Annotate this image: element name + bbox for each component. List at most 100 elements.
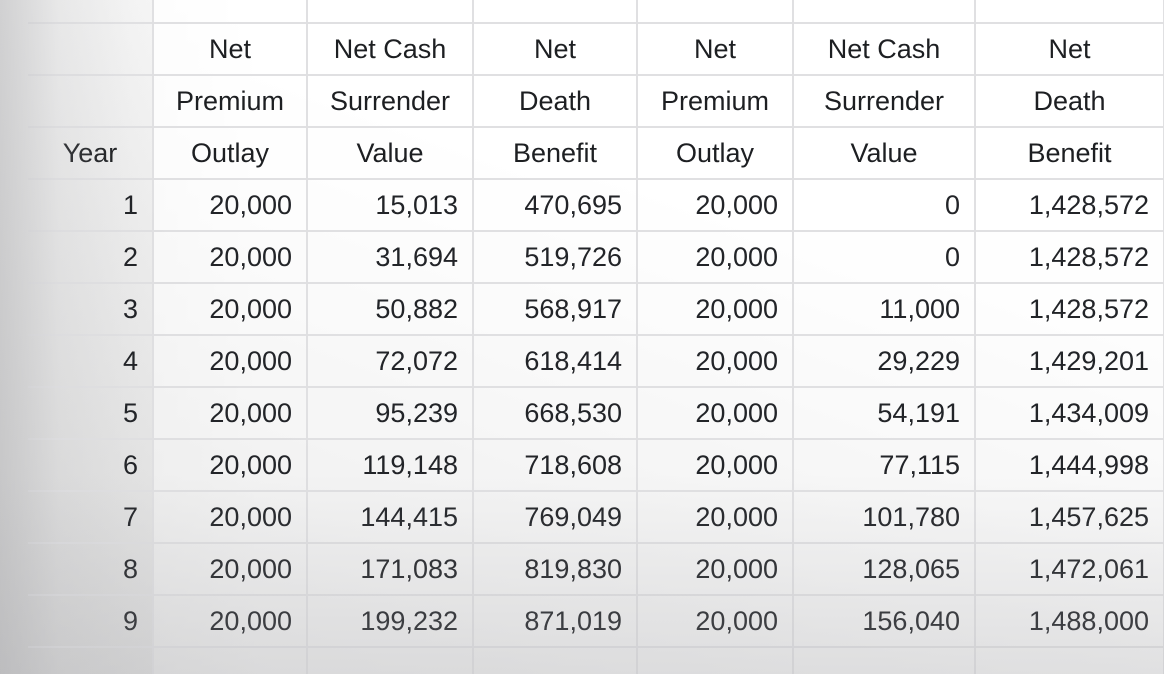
cell-net-cash-surrender-value-alt[interactable]: 11,000	[792, 282, 976, 336]
cell-year[interactable]: 5	[28, 386, 154, 440]
cell-year[interactable]: 2	[28, 230, 154, 284]
cell-net-cash-surrender-value[interactable]: 199,232	[306, 594, 474, 648]
cell-net-premium-outlay[interactable]: 20,000	[152, 230, 308, 284]
cell-net-cash-surrender-value-alt[interactable]: 0	[792, 178, 976, 232]
cell-net-cash-surrender-value[interactable]: 31,694	[306, 230, 474, 284]
cell-net-premium-outlay[interactable]: 20,000	[152, 282, 308, 336]
table-row[interactable]: 8 20,000 171,083 819,830 20,000 128,065 …	[28, 542, 1164, 596]
header-cell	[472, 0, 638, 24]
cell-net-cash-surrender-value[interactable]	[306, 646, 474, 674]
cell-net-cash-surrender-value-alt[interactable]: 101,780	[792, 490, 976, 544]
cell-year[interactable]	[28, 646, 154, 674]
table-row[interactable]: 7 20,000 144,415 769,049 20,000 101,780 …	[28, 490, 1164, 544]
cell-net-death-benefit[interactable]: 668,530	[472, 386, 638, 440]
table-row[interactable]: 1 20,000 15,013 470,695 20,000 0 1,428,5…	[28, 178, 1164, 232]
table-row[interactable]: 9 20,000 199,232 871,019 20,000 156,040 …	[28, 594, 1164, 648]
cell-net-death-benefit[interactable]: 871,019	[472, 594, 638, 648]
header-cell-net-cash-surrender-alt-line3: Value	[792, 126, 976, 180]
cell-net-cash-surrender-value-alt[interactable]: 156,040	[792, 594, 976, 648]
cell-net-premium-outlay-alt[interactable]: 20,000	[636, 438, 794, 492]
cell-net-cash-surrender-value[interactable]: 50,882	[306, 282, 474, 336]
header-cell-net-death-benefit-line1: Net	[472, 22, 638, 76]
cell-net-premium-outlay[interactable]: 20,000	[152, 334, 308, 388]
cell-net-death-benefit[interactable]: 470,695	[472, 178, 638, 232]
cell-net-premium-outlay[interactable]: 20,000	[152, 178, 308, 232]
spreadsheet-viewport: Net Net Cash Net Net Net Cash Net Premiu…	[0, 0, 1164, 674]
cell-net-cash-surrender-value-alt[interactable]	[792, 646, 976, 674]
table-header-row-line1: Net Net Cash Net Net Net Cash Net	[28, 22, 1164, 76]
cell-net-cash-surrender-value[interactable]: 119,148	[306, 438, 474, 492]
table-header-row-blank	[28, 0, 1164, 24]
cell-net-premium-outlay-alt[interactable]: 20,000	[636, 594, 794, 648]
cell-net-cash-surrender-value-alt[interactable]: 54,191	[792, 386, 976, 440]
cell-net-death-benefit[interactable]: 718,608	[472, 438, 638, 492]
cell-year[interactable]: 7	[28, 490, 154, 544]
table-row[interactable]: 5 20,000 95,239 668,530 20,000 54,191 1,…	[28, 386, 1164, 440]
header-cell	[306, 0, 474, 24]
cell-net-cash-surrender-value-alt[interactable]: 0	[792, 230, 976, 284]
cell-net-death-benefit[interactable]: 519,726	[472, 230, 638, 284]
cell-net-cash-surrender-value[interactable]: 95,239	[306, 386, 474, 440]
table-header-row-line2: Premium Surrender Death Premium Surrende…	[28, 74, 1164, 128]
cell-net-premium-outlay-alt[interactable]: 20,000	[636, 282, 794, 336]
cell-year[interactable]: 3	[28, 282, 154, 336]
header-cell-net-cash-surrender-line2: Surrender	[306, 74, 474, 128]
cell-net-death-benefit[interactable]: 618,414	[472, 334, 638, 388]
cell-net-death-benefit-alt[interactable]: 1,457,625	[974, 490, 1164, 544]
header-cell-net-premium-alt-line3: Outlay	[636, 126, 794, 180]
cell-net-premium-outlay[interactable]: 20,000	[152, 542, 308, 596]
cell-net-premium-outlay[interactable]: 20,000	[152, 438, 308, 492]
header-cell-net-premium-alt-line2: Premium	[636, 74, 794, 128]
cell-net-cash-surrender-value-alt[interactable]: 29,229	[792, 334, 976, 388]
header-cell	[152, 0, 308, 24]
cell-year[interactable]: 9	[28, 594, 154, 648]
cell-year[interactable]: 8	[28, 542, 154, 596]
table-row[interactable]: 3 20,000 50,882 568,917 20,000 11,000 1,…	[28, 282, 1164, 336]
cell-net-premium-outlay-alt[interactable]: 20,000	[636, 230, 794, 284]
header-cell	[28, 0, 154, 24]
cell-net-death-benefit-alt[interactable]: 1,434,009	[974, 386, 1164, 440]
cell-net-cash-surrender-value[interactable]: 144,415	[306, 490, 474, 544]
table-row[interactable]: 4 20,000 72,072 618,414 20,000 29,229 1,…	[28, 334, 1164, 388]
cell-net-premium-outlay-alt[interactable]: 20,000	[636, 490, 794, 544]
header-cell-net-death-benefit-alt-line2: Death	[974, 74, 1164, 128]
cell-net-cash-surrender-value[interactable]: 171,083	[306, 542, 474, 596]
table-row[interactable]: 6 20,000 119,148 718,608 20,000 77,115 1…	[28, 438, 1164, 492]
cell-net-death-benefit-alt[interactable]: 1,429,201	[974, 334, 1164, 388]
cell-net-death-benefit[interactable]: 568,917	[472, 282, 638, 336]
cell-year[interactable]: 6	[28, 438, 154, 492]
header-cell-net-cash-surrender-line3: Value	[306, 126, 474, 180]
cell-net-death-benefit[interactable]: 769,049	[472, 490, 638, 544]
cell-year[interactable]: 1	[28, 178, 154, 232]
cell-net-cash-surrender-value-alt[interactable]: 77,115	[792, 438, 976, 492]
cell-net-premium-outlay[interactable]: 20,000	[152, 490, 308, 544]
table-row[interactable]: 2 20,000 31,694 519,726 20,000 0 1,428,5…	[28, 230, 1164, 284]
cell-net-death-benefit-alt[interactable]: 1,444,998	[974, 438, 1164, 492]
header-cell-net-death-benefit-alt-line3: Benefit	[974, 126, 1164, 180]
header-cell-year: Year	[28, 126, 154, 180]
table-row-partial[interactable]	[28, 646, 1164, 674]
cell-net-premium-outlay[interactable]: 20,000	[152, 386, 308, 440]
cell-net-death-benefit[interactable]: 819,830	[472, 542, 638, 596]
cell-year[interactable]: 4	[28, 334, 154, 388]
cell-net-death-benefit[interactable]	[472, 646, 638, 674]
header-cell	[28, 22, 154, 76]
cell-net-death-benefit-alt[interactable]: 1,428,572	[974, 178, 1164, 232]
cell-net-death-benefit-alt[interactable]	[974, 646, 1164, 674]
cell-net-death-benefit-alt[interactable]: 1,472,061	[974, 542, 1164, 596]
cell-net-cash-surrender-value[interactable]: 15,013	[306, 178, 474, 232]
cell-net-premium-outlay-alt[interactable]: 20,000	[636, 386, 794, 440]
cell-net-death-benefit-alt[interactable]: 1,428,572	[974, 282, 1164, 336]
cell-net-cash-surrender-value[interactable]: 72,072	[306, 334, 474, 388]
header-cell-net-death-benefit-line3: Benefit	[472, 126, 638, 180]
cell-net-death-benefit-alt[interactable]: 1,488,000	[974, 594, 1164, 648]
cell-net-premium-outlay[interactable]	[152, 646, 308, 674]
cell-net-premium-outlay-alt[interactable]: 20,000	[636, 334, 794, 388]
header-cell	[28, 74, 154, 128]
cell-net-premium-outlay-alt[interactable]	[636, 646, 794, 674]
cell-net-cash-surrender-value-alt[interactable]: 128,065	[792, 542, 976, 596]
cell-net-death-benefit-alt[interactable]: 1,428,572	[974, 230, 1164, 284]
cell-net-premium-outlay[interactable]: 20,000	[152, 594, 308, 648]
cell-net-premium-outlay-alt[interactable]: 20,000	[636, 542, 794, 596]
cell-net-premium-outlay-alt[interactable]: 20,000	[636, 178, 794, 232]
